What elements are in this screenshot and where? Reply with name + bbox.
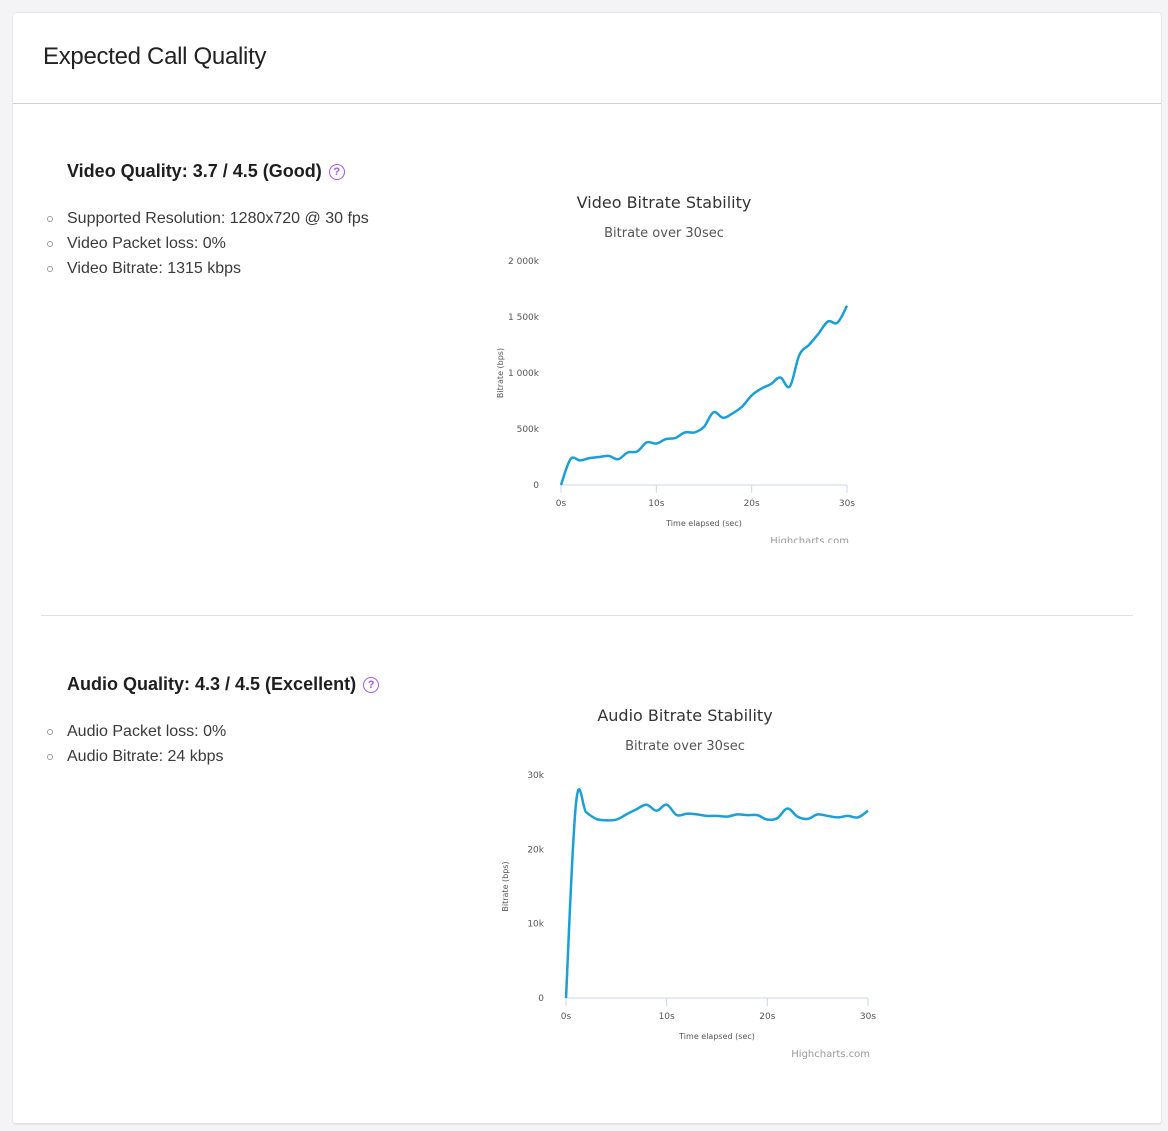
- y-tick-label: 30k: [527, 771, 544, 781]
- section-divider: [41, 615, 1133, 616]
- y-tick-label: 500k: [517, 425, 540, 435]
- list-item: Supported Resolution: 1280x720 @ 30 fps: [47, 206, 369, 231]
- y-axis-label: Bitrate (bps): [496, 348, 505, 398]
- audio-bitrate: Audio Bitrate: 24 kbps: [67, 748, 224, 765]
- y-tick-label: 20k: [527, 845, 544, 855]
- y-tick-label: 10k: [527, 920, 544, 930]
- video-quality-heading: Video Quality: 3.7 / 4.5 (Good) ?: [67, 161, 345, 182]
- x-axis-label: Time elapsed (sec): [665, 519, 742, 528]
- y-tick-label: 0: [538, 994, 544, 1004]
- video-quality-heading-text: Video Quality: 3.7 / 4.5 (Good): [67, 161, 322, 181]
- page-title: Expected Call Quality: [43, 43, 267, 70]
- audio-quality-heading-text: Audio Quality: 4.3 / 4.5 (Excellent): [67, 674, 357, 694]
- audio-bitrate-chart: Audio Bitrate Stability Bitrate over 30se…: [501, 706, 876, 1060]
- bullet-icon: [47, 266, 53, 272]
- call-quality-card: Expected Call Quality Video Quality: 3.7…: [12, 12, 1162, 1125]
- x-axis-label: Time elapsed (sec): [678, 1032, 755, 1041]
- x-tick-label: 10s: [659, 1012, 675, 1022]
- list-item: Video Bitrate: 1315 kbps: [47, 256, 369, 281]
- list-item: Audio Bitrate: 24 kbps: [47, 744, 226, 769]
- x-tick-label: 30s: [860, 1012, 876, 1022]
- chart-credit: Highcharts.com: [770, 536, 849, 543]
- y-tick-label: 1 500k: [508, 313, 540, 323]
- chart-title: Audio Bitrate Stability: [597, 706, 772, 725]
- x-tick-label: 30s: [839, 499, 855, 509]
- list-item: Audio Packet loss: 0%: [47, 719, 226, 744]
- series-line: [564, 788, 869, 999]
- list-item: Video Packet loss: 0%: [47, 231, 369, 256]
- question-circle-icon[interactable]: ?: [328, 163, 345, 180]
- bottom-divider: [13, 1123, 1161, 1124]
- chart-subtitle: Bitrate over 30sec: [604, 226, 724, 241]
- series-line: [559, 305, 849, 486]
- video-metrics-list: Supported Resolution: 1280x720 @ 30 fps …: [47, 206, 369, 281]
- bullet-icon: [47, 754, 53, 760]
- bullet-icon: [47, 241, 53, 247]
- audio-metrics-list: Audio Packet loss: 0% Audio Bitrate: 24 …: [47, 719, 226, 769]
- bullet-icon: [47, 729, 53, 735]
- y-tick-label: 1 000k: [508, 369, 540, 379]
- question-circle-icon[interactable]: ?: [363, 676, 380, 693]
- video-resolution: Supported Resolution: 1280x720 @ 30 fps: [67, 210, 369, 227]
- chart-subtitle: Bitrate over 30sec: [625, 739, 745, 754]
- chart-title: Video Bitrate Stability: [577, 193, 752, 212]
- video-packet-loss: Video Packet loss: 0%: [67, 235, 226, 252]
- x-tick-label: 0s: [561, 1012, 572, 1022]
- header-divider: [13, 103, 1161, 104]
- y-tick-label: 0: [533, 481, 539, 491]
- x-tick-label: 10s: [648, 499, 664, 509]
- chart-credit: Highcharts.com: [791, 1049, 870, 1060]
- video-bitrate-chart: Video Bitrate Stability Bitrate over 30se…: [496, 193, 855, 543]
- y-tick-label: 2 000k: [508, 257, 540, 267]
- x-tick-label: 20s: [759, 1012, 775, 1022]
- y-axis-label: Bitrate (bps): [501, 861, 510, 911]
- x-tick-label: 0s: [556, 499, 567, 509]
- bullet-icon: [47, 216, 53, 222]
- audio-quality-heading: Audio Quality: 4.3 / 4.5 (Excellent) ?: [67, 674, 380, 695]
- audio-packet-loss: Audio Packet loss: 0%: [67, 723, 227, 740]
- x-tick-label: 20s: [744, 499, 760, 509]
- video-bitrate: Video Bitrate: 1315 kbps: [67, 260, 242, 277]
